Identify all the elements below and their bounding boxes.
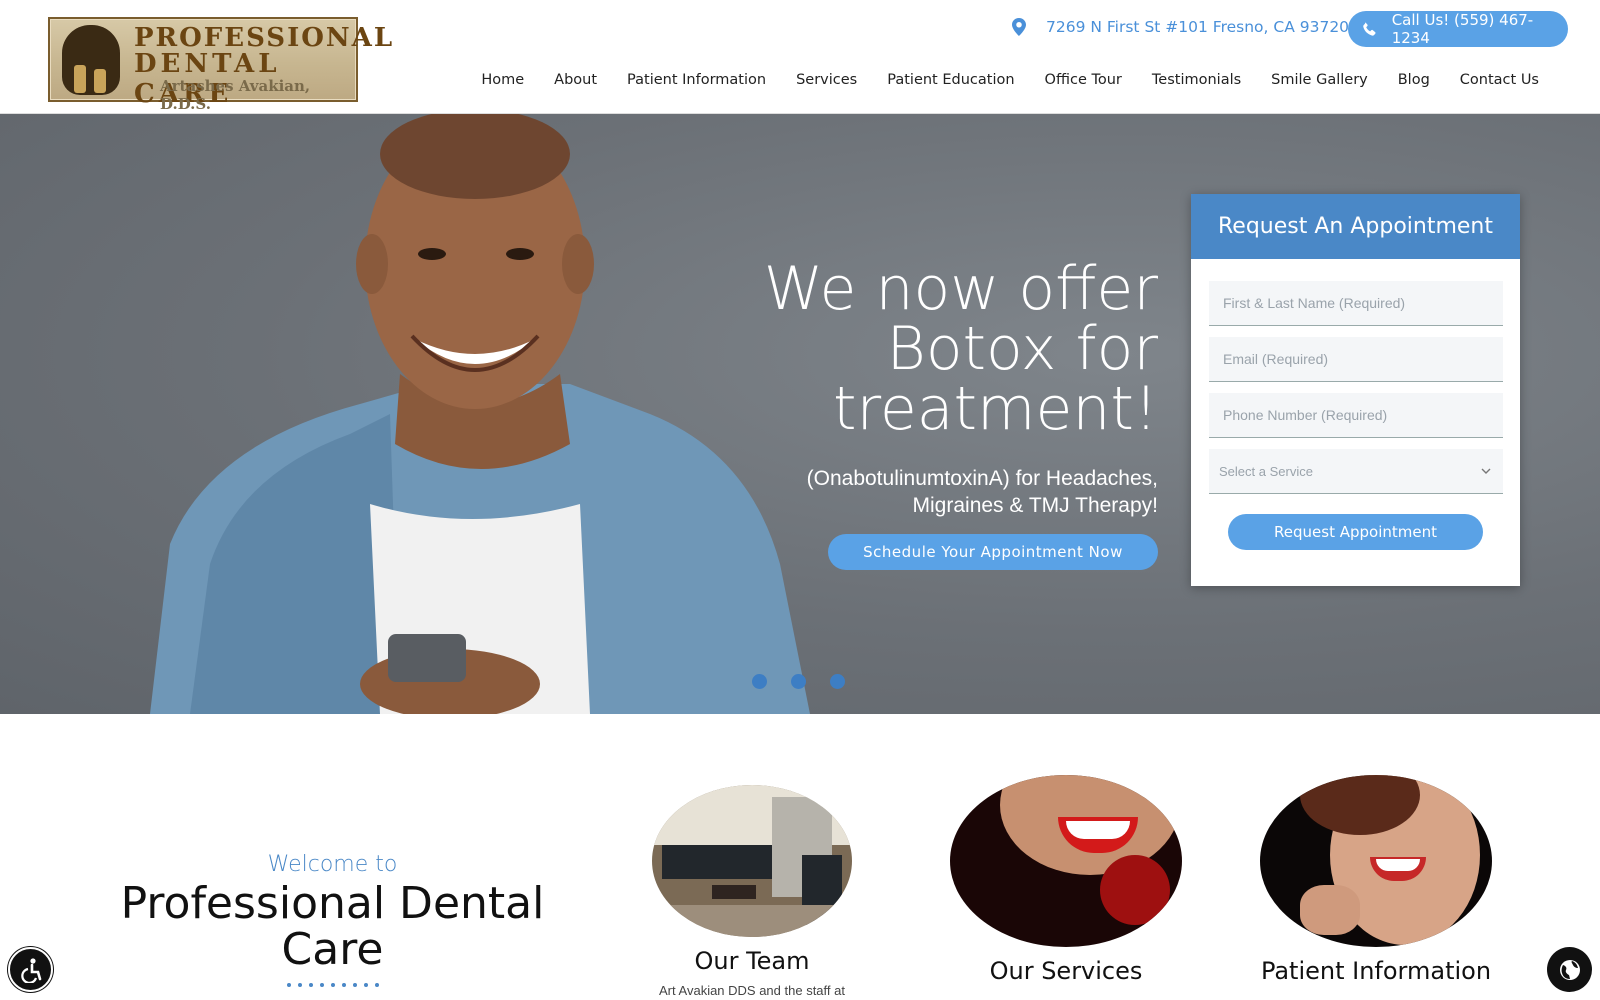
- welcome-pretitle: Welcome to: [267, 852, 398, 877]
- card-title: Patient Information: [1260, 957, 1492, 985]
- slider-dot-3[interactable]: [830, 674, 845, 689]
- request-appointment-button[interactable]: Request Appointment: [1228, 514, 1483, 550]
- office-lobby-image: [652, 785, 852, 937]
- call-button[interactable]: Call Us! (559) 467-1234: [1348, 11, 1568, 47]
- appointment-form: Request An Appointment First & Last Name…: [1191, 194, 1520, 586]
- nav-about[interactable]: About: [539, 72, 612, 88]
- welcome-title: Professional Dental Care: [120, 878, 545, 975]
- site-header: PROFESSIONAL DENTAL CARE Artashes Avakia…: [0, 0, 1600, 114]
- card-patient-information[interactable]: Patient Information: [1258, 775, 1494, 985]
- phone-field[interactable]: Phone Number (Required): [1209, 393, 1503, 438]
- welcome-block: Welcome to Professional Dental Care: [100, 852, 565, 987]
- card-our-team[interactable]: Our Team Art Avakian DDS and the staff a…: [646, 785, 858, 998]
- divider-dots: [100, 983, 565, 987]
- nav-services[interactable]: Services: [781, 72, 872, 88]
- card-text: Art Avakian DDS and the staff at: [659, 983, 845, 998]
- card-title: Our Team: [694, 947, 810, 975]
- nav-patient-information[interactable]: Patient Information: [612, 72, 781, 88]
- service-select-value: Select a Service: [1219, 463, 1313, 479]
- service-select[interactable]: Select a Service: [1209, 449, 1503, 494]
- slider-dot-2[interactable]: [791, 674, 806, 689]
- address-link[interactable]: 7269 N First St #101 Fresno, CA 93720: [1012, 18, 1349, 36]
- address-text: 7269 N First St #101 Fresno, CA 93720: [1046, 18, 1350, 36]
- map-pin-icon: [1012, 18, 1026, 36]
- chevron-down-icon: [1481, 468, 1491, 474]
- hero-copy: We now offer Botox for treatment! (Onabo…: [738, 259, 1158, 519]
- nav-testimonials[interactable]: Testimonials: [1137, 72, 1256, 88]
- nav-contact-us[interactable]: Contact Us: [1445, 72, 1554, 88]
- hero-title: We now offer Botox for treatment!: [763, 254, 1158, 444]
- form-title: Request An Appointment: [1191, 194, 1520, 259]
- nav-smile-gallery[interactable]: Smile Gallery: [1256, 72, 1383, 88]
- logo[interactable]: PROFESSIONAL DENTAL CARE Artashes Avakia…: [48, 17, 392, 113]
- name-field[interactable]: First & Last Name (Required): [1209, 281, 1503, 326]
- accessibility-icon: [20, 957, 41, 983]
- hero-person-image: [150, 114, 810, 714]
- nav-home[interactable]: Home: [466, 72, 539, 88]
- main-nav: Home About Patient Information Services …: [466, 72, 1554, 88]
- phone-icon: [1363, 22, 1376, 36]
- slider-dots: [752, 674, 845, 689]
- card-title: Our Services: [989, 957, 1143, 985]
- woman-smiling-image: [1260, 775, 1492, 947]
- nav-office-tour[interactable]: Office Tour: [1030, 72, 1137, 88]
- email-field[interactable]: Email (Required): [1209, 337, 1503, 382]
- globe-icon: [1559, 959, 1580, 980]
- tooth-family-icon: [62, 25, 120, 95]
- slider-dot-1[interactable]: [752, 674, 767, 689]
- accessibility-button[interactable]: [8, 947, 53, 992]
- nav-patient-education[interactable]: Patient Education: [872, 72, 1029, 88]
- language-button[interactable]: [1547, 947, 1592, 992]
- card-our-services[interactable]: Our Services: [946, 775, 1186, 985]
- hero-subtitle: (OnabotulinumtoxinA) for Headaches, Migr…: [806, 467, 1158, 517]
- nav-blog[interactable]: Blog: [1383, 72, 1445, 88]
- logo-line-3: Artashes Avakian, D.D.S.: [160, 77, 311, 113]
- smile-roses-image: [950, 775, 1182, 947]
- hero-slider: We now offer Botox for treatment! (Onabo…: [0, 114, 1600, 714]
- schedule-appointment-button[interactable]: Schedule Your Appointment Now: [828, 534, 1158, 570]
- call-label: Call Us! (559) 467-1234: [1391, 11, 1534, 47]
